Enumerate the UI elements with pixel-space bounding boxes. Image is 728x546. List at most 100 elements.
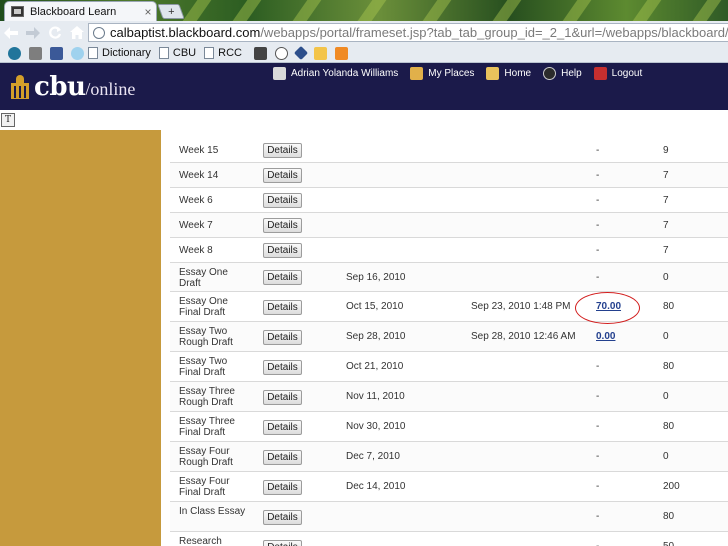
grade-value: - — [596, 391, 600, 402]
submitted-date: Sep 23, 2010 1:48 PM — [471, 301, 571, 312]
decorative-leaf — [492, 0, 522, 21]
reload-icon — [49, 25, 62, 39]
grade-value: - — [596, 272, 600, 283]
points-possible: 7 — [663, 220, 669, 231]
details-button[interactable]: Details — [263, 330, 302, 345]
facebook-icon[interactable] — [50, 46, 63, 60]
points-possible: 0 — [663, 391, 669, 402]
grades-content: Week 15 Details - 9 Week 14 Details - 7 Week 6 De… — [161, 130, 728, 546]
points-possible: 0 — [663, 451, 669, 462]
logout-link[interactable]: Logout — [593, 67, 643, 80]
details-button[interactable]: Details — [263, 480, 302, 495]
url-path: /webapps/portal/frameset.jsp?tab_tab_gro… — [260, 25, 728, 40]
grade-link[interactable]: 70.00 — [596, 301, 621, 312]
item-name: Research Presentation — [179, 536, 222, 546]
forward-arrow-icon — [26, 26, 40, 39]
details-button[interactable]: Details — [263, 420, 302, 435]
points-possible: 7 — [663, 195, 669, 206]
due-date: Oct 15, 2010 — [346, 301, 404, 312]
grade-value: - — [596, 481, 600, 492]
circle-bookmark-icon[interactable] — [274, 46, 288, 60]
decorative-leaf — [562, 0, 592, 21]
due-date: Oct 21, 2010 — [346, 361, 404, 372]
wordpress-icon[interactable] — [8, 46, 21, 60]
due-date: Sep 28, 2010 — [346, 331, 406, 342]
table-row: Essay Four Final Draft Details Dec 14, 201… — [170, 472, 728, 502]
address-bar[interactable]: calbaptist.blackboard.com/webapps/portal… — [88, 23, 728, 42]
user-profile[interactable]: Adrian Yolanda Williams — [273, 67, 398, 80]
item-name: Week 15 — [179, 145, 219, 156]
item-name: Essay Three Final Draft — [179, 416, 235, 438]
browser-tab-blackboard[interactable]: Blackboard Learn × — [4, 1, 157, 21]
back-button[interactable] — [0, 23, 22, 43]
table-row: Week 7 Details - 7 — [170, 213, 728, 238]
blackboard-bookmark-icon[interactable] — [253, 46, 267, 60]
grade-value: - — [596, 511, 600, 522]
details-button[interactable]: Details — [263, 390, 302, 405]
points-possible: 7 — [663, 245, 669, 256]
menu-label: Home — [504, 68, 532, 79]
table-row: Week 6 Details - 7 — [170, 188, 728, 213]
grade-value: - — [596, 195, 600, 206]
diamond-bookmark-icon[interactable] — [293, 45, 309, 61]
item-name: Week 7 — [179, 220, 213, 231]
home-button[interactable] — [66, 23, 88, 43]
bookmarks-bar: Dictionary CBU RCC — [0, 44, 728, 63]
reload-button[interactable] — [44, 23, 66, 43]
details-button[interactable]: Details — [263, 143, 302, 158]
details-button[interactable]: Details — [263, 168, 302, 183]
table-row: Week 15 Details - 9 — [170, 138, 728, 163]
grades-table: Week 15 Details - 9 Week 14 Details - 7 Week 6 De… — [170, 138, 728, 546]
text-tool-icon[interactable]: T — [1, 113, 15, 127]
details-button[interactable]: Details — [263, 360, 302, 375]
table-row: Essay Three Final Draft Details Nov 30, 20… — [170, 412, 728, 442]
table-row: Week 14 Details - 7 — [170, 163, 728, 188]
points-possible: 50 — [663, 541, 674, 546]
details-button[interactable]: Details — [263, 450, 302, 465]
bookmark-dictionary[interactable]: Dictionary — [88, 47, 151, 59]
menu-label: Logout — [611, 68, 643, 79]
decorative-leaf — [422, 0, 452, 21]
submitted-date: Sep 28, 2010 12:46 AM — [471, 331, 576, 342]
bookmark-cbu[interactable]: CBU — [158, 47, 196, 59]
details-button[interactable]: Details — [263, 243, 302, 258]
points-possible: 0 — [663, 331, 669, 342]
building-bookmark-icon[interactable] — [313, 46, 327, 60]
table-row: Essay Four Rough Draft Details Dec 7, 2010… — [170, 442, 728, 472]
new-tab-button[interactable]: + — [157, 4, 185, 19]
help-link[interactable]: Help — [543, 67, 582, 80]
decorative-leaf — [232, 0, 262, 21]
bookmark-label: Dictionary — [102, 47, 151, 59]
logo-sub: /online — [85, 79, 136, 99]
table-row: Essay Three Rough Draft Details Nov 11, 20… — [170, 382, 728, 412]
forward-button[interactable] — [22, 23, 44, 43]
due-date: Dec 14, 2010 — [346, 481, 406, 492]
decorative-leaf — [692, 0, 722, 21]
home-link[interactable]: Home — [486, 67, 531, 80]
tab-close-icon[interactable]: × — [140, 5, 156, 19]
menu-label: My Places — [428, 68, 475, 79]
bookmark-label: RCC — [218, 47, 242, 59]
points-possible: 80 — [663, 361, 675, 372]
grade-value: - — [596, 170, 600, 181]
bookmark-rcc[interactable]: RCC — [204, 47, 242, 59]
details-button[interactable]: Details — [263, 300, 302, 315]
points-possible: 80 — [663, 421, 675, 432]
page-icon — [204, 47, 215, 59]
twitter-icon[interactable] — [71, 46, 84, 60]
page-info-icon[interactable] — [93, 26, 105, 39]
grade-link[interactable]: 0.00 — [596, 331, 615, 342]
grade-value: - — [596, 541, 599, 546]
details-button[interactable]: Details — [263, 218, 302, 233]
cbu-online-logo[interactable]: cbu /online — [10, 74, 136, 100]
my-places-link[interactable]: My Places — [410, 67, 474, 80]
item-name: Essay Four Rough Draft — [179, 446, 233, 468]
details-button[interactable]: Details — [263, 510, 302, 525]
points-possible: 200 — [663, 481, 680, 492]
details-button[interactable]: Details — [263, 193, 302, 208]
r-bookmark-icon[interactable] — [334, 46, 348, 60]
details-button[interactable]: Details — [263, 270, 302, 285]
menu-label: Help — [561, 68, 582, 79]
feed-icon[interactable] — [29, 46, 42, 60]
details-button[interactable]: Details — [263, 540, 302, 546]
